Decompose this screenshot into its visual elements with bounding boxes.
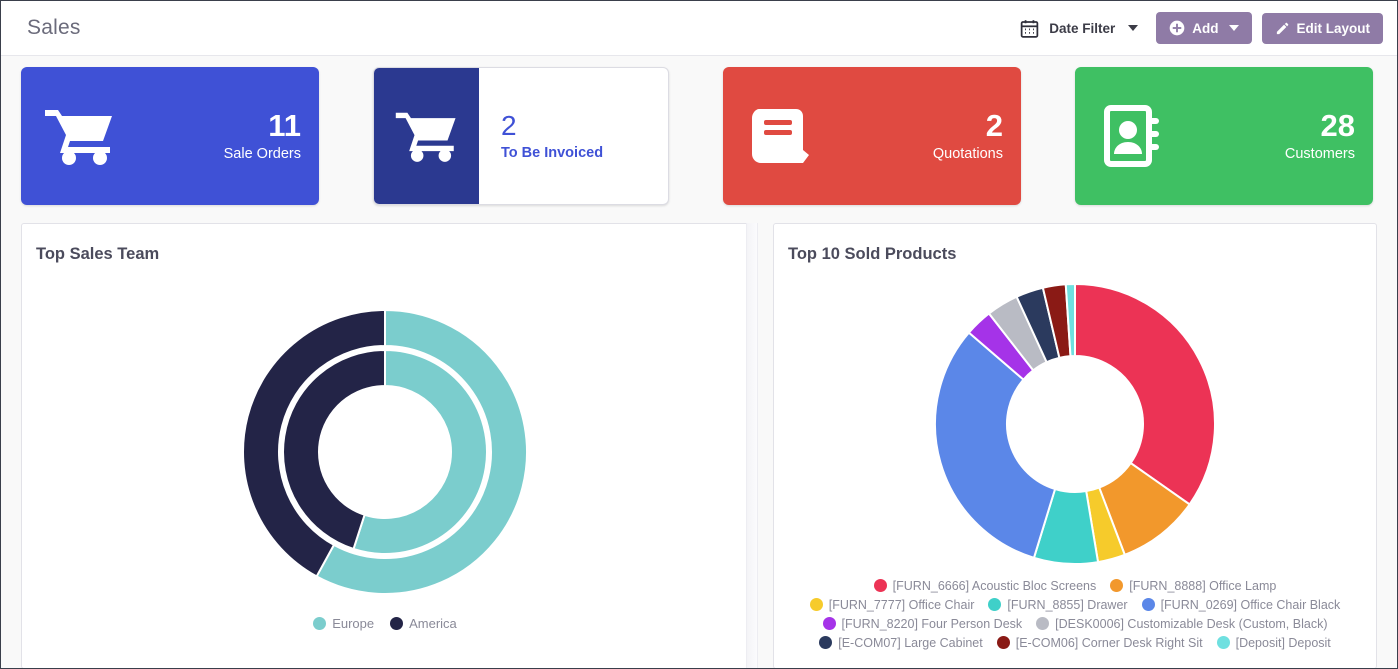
legend-color-swatch	[1110, 579, 1124, 592]
plus-circle-icon	[1169, 20, 1185, 36]
legend-color-swatch	[390, 616, 404, 630]
kpi-card-to-be-invoiced[interactable]: 2 To Be Invoiced	[373, 67, 669, 205]
kpi-caption: Sale Orders	[223, 146, 301, 162]
kpi-card-customers[interactable]: 28 Customers	[1075, 67, 1373, 205]
panel-body: [FURN_6666] Acoustic Bloc Screens [FURN_8…	[774, 264, 1376, 668]
edit-layout-button[interactable]: Edit Layout	[1261, 12, 1383, 44]
legend-color-swatch	[873, 579, 887, 592]
pencil-icon	[1275, 21, 1290, 36]
legend-item[interactable]: America	[390, 616, 457, 631]
chart-legend: Europe America	[287, 616, 483, 631]
legend-label: [FURN_7777] Office Chair	[828, 597, 975, 612]
kpi-caption: To Be Invoiced	[501, 144, 604, 161]
legend-color-swatch	[988, 598, 1002, 611]
legend-color-swatch	[809, 598, 823, 611]
legend-item[interactable]: [FURN_7777] Office Chair	[809, 597, 975, 612]
add-button[interactable]: Add	[1156, 12, 1252, 44]
legend-item[interactable]: [FURN_8220] Four Person Desk	[822, 616, 1023, 631]
legend-label: [FURN_6666] Acoustic Bloc Screens	[892, 578, 1097, 593]
date-filter-dropdown[interactable]: Date Filter	[1015, 13, 1146, 44]
legend-color-swatch	[313, 616, 327, 630]
legend-label: America	[409, 615, 457, 631]
panel-scrollbar[interactable]	[746, 223, 758, 668]
edit-layout-label: Edit Layout	[1296, 20, 1371, 36]
book-icon	[723, 105, 841, 167]
legend-item[interactable]: [FURN_8855] Drawer	[988, 597, 1128, 612]
top-sales-team-donut-chart[interactable]	[235, 302, 535, 602]
kpi-text: 11 Sale Orders	[139, 110, 319, 162]
control-panel: Sales Date Filter Add Edit Layout	[1, 1, 1397, 56]
legend-label: [DESK0006] Customizable Desk (Custom, Bl…	[1055, 616, 1328, 631]
legend-color-swatch	[1216, 636, 1230, 649]
chevron-down-icon	[1228, 25, 1239, 31]
legend-label: Europe	[332, 615, 375, 631]
legend-label: [FURN_8888] Office Lamp	[1129, 578, 1277, 593]
address-book-icon	[1075, 104, 1193, 168]
legend-label: [FURN_8855] Drawer	[1007, 597, 1128, 612]
legend-item[interactable]: [DESK0006] Customizable Desk (Custom, Bl…	[1036, 617, 1327, 631]
kpi-card-quotations[interactable]: 2 Quotations	[723, 67, 1021, 205]
kpi-caption: Customers	[1284, 146, 1355, 162]
add-button-label: Add	[1192, 20, 1219, 36]
legend-item[interactable]: [FURN_8888] Office Lamp	[1110, 579, 1276, 593]
legend-color-swatch	[996, 636, 1010, 649]
panel-title: Top Sales Team	[36, 245, 160, 263]
legend-item[interactable]: [FURN_0269] Office Chair Black	[1141, 597, 1341, 612]
shopping-cart-icon	[374, 68, 479, 204]
dashboard-page: Sales Date Filter Add Edit Layout 11 Sal…	[0, 0, 1398, 669]
dashboard-panels: Top Sales Team Europe America Top 10 Sold…	[1, 217, 1397, 668]
calendar-icon	[1019, 18, 1040, 39]
legend-color-swatch	[822, 617, 836, 630]
panel-title: Top 10 Sold Products	[788, 245, 957, 263]
legend-item[interactable]: [E-COM07] Large Cabinet	[819, 636, 983, 650]
kpi-value: 28	[1320, 108, 1355, 143]
legend-color-swatch	[1141, 598, 1155, 611]
kpi-caption: Quotations	[932, 146, 1003, 162]
kpi-value: 2	[985, 108, 1003, 143]
panel-top-sales-team: Top Sales Team Europe America	[21, 223, 749, 668]
top-sold-products-donut-chart[interactable]	[930, 279, 1220, 569]
legend-item[interactable]: [Deposit] Deposit	[1216, 635, 1331, 650]
toolbar-actions: Date Filter Add Edit Layout	[1015, 12, 1383, 44]
legend-item[interactable]: Europe	[313, 616, 374, 631]
legend-color-swatch	[819, 636, 833, 649]
kpi-card-row: 11 Sale Orders 2 To Be Invoiced 2 Quotat…	[1, 57, 1397, 215]
pie-slice[interactable]	[1074, 282, 1216, 506]
legend-label: [FURN_0269] Office Chair Black	[1160, 597, 1341, 612]
legend-item[interactable]: [FURN_6666] Acoustic Bloc Screens	[873, 578, 1097, 593]
legend-label: [E-COM07] Large Cabinet	[838, 635, 983, 650]
chart-legend: [FURN_6666] Acoustic Bloc Screens [FURN_8…	[774, 579, 1376, 650]
legend-label: [Deposit] Deposit	[1235, 635, 1331, 650]
kpi-value: 11	[268, 108, 301, 143]
date-filter-label: Date Filter	[1049, 20, 1116, 36]
legend-color-swatch	[1036, 617, 1050, 630]
kpi-card-sale-orders[interactable]: 11 Sale Orders	[21, 67, 319, 205]
legend-item[interactable]: [E-COM06] Corner Desk Right Sit	[996, 635, 1203, 650]
panel-top-sold-products: Top 10 Sold Products [FURN_6666] Acousti…	[773, 223, 1377, 668]
legend-label: [FURN_8220] Four Person Desk	[841, 616, 1023, 631]
kpi-text: 2 To Be Invoiced	[479, 109, 668, 161]
chevron-down-icon	[1128, 25, 1139, 31]
panel-body: Europe America	[22, 264, 748, 668]
shopping-cart-icon	[21, 105, 139, 167]
kpi-text: 28 Customers	[1193, 110, 1373, 162]
page-title: Sales	[27, 16, 81, 39]
legend-label: [E-COM06] Corner Desk Right Sit	[1015, 635, 1203, 650]
kpi-text: 2 Quotations	[841, 110, 1021, 162]
kpi-value: 2	[501, 109, 517, 141]
